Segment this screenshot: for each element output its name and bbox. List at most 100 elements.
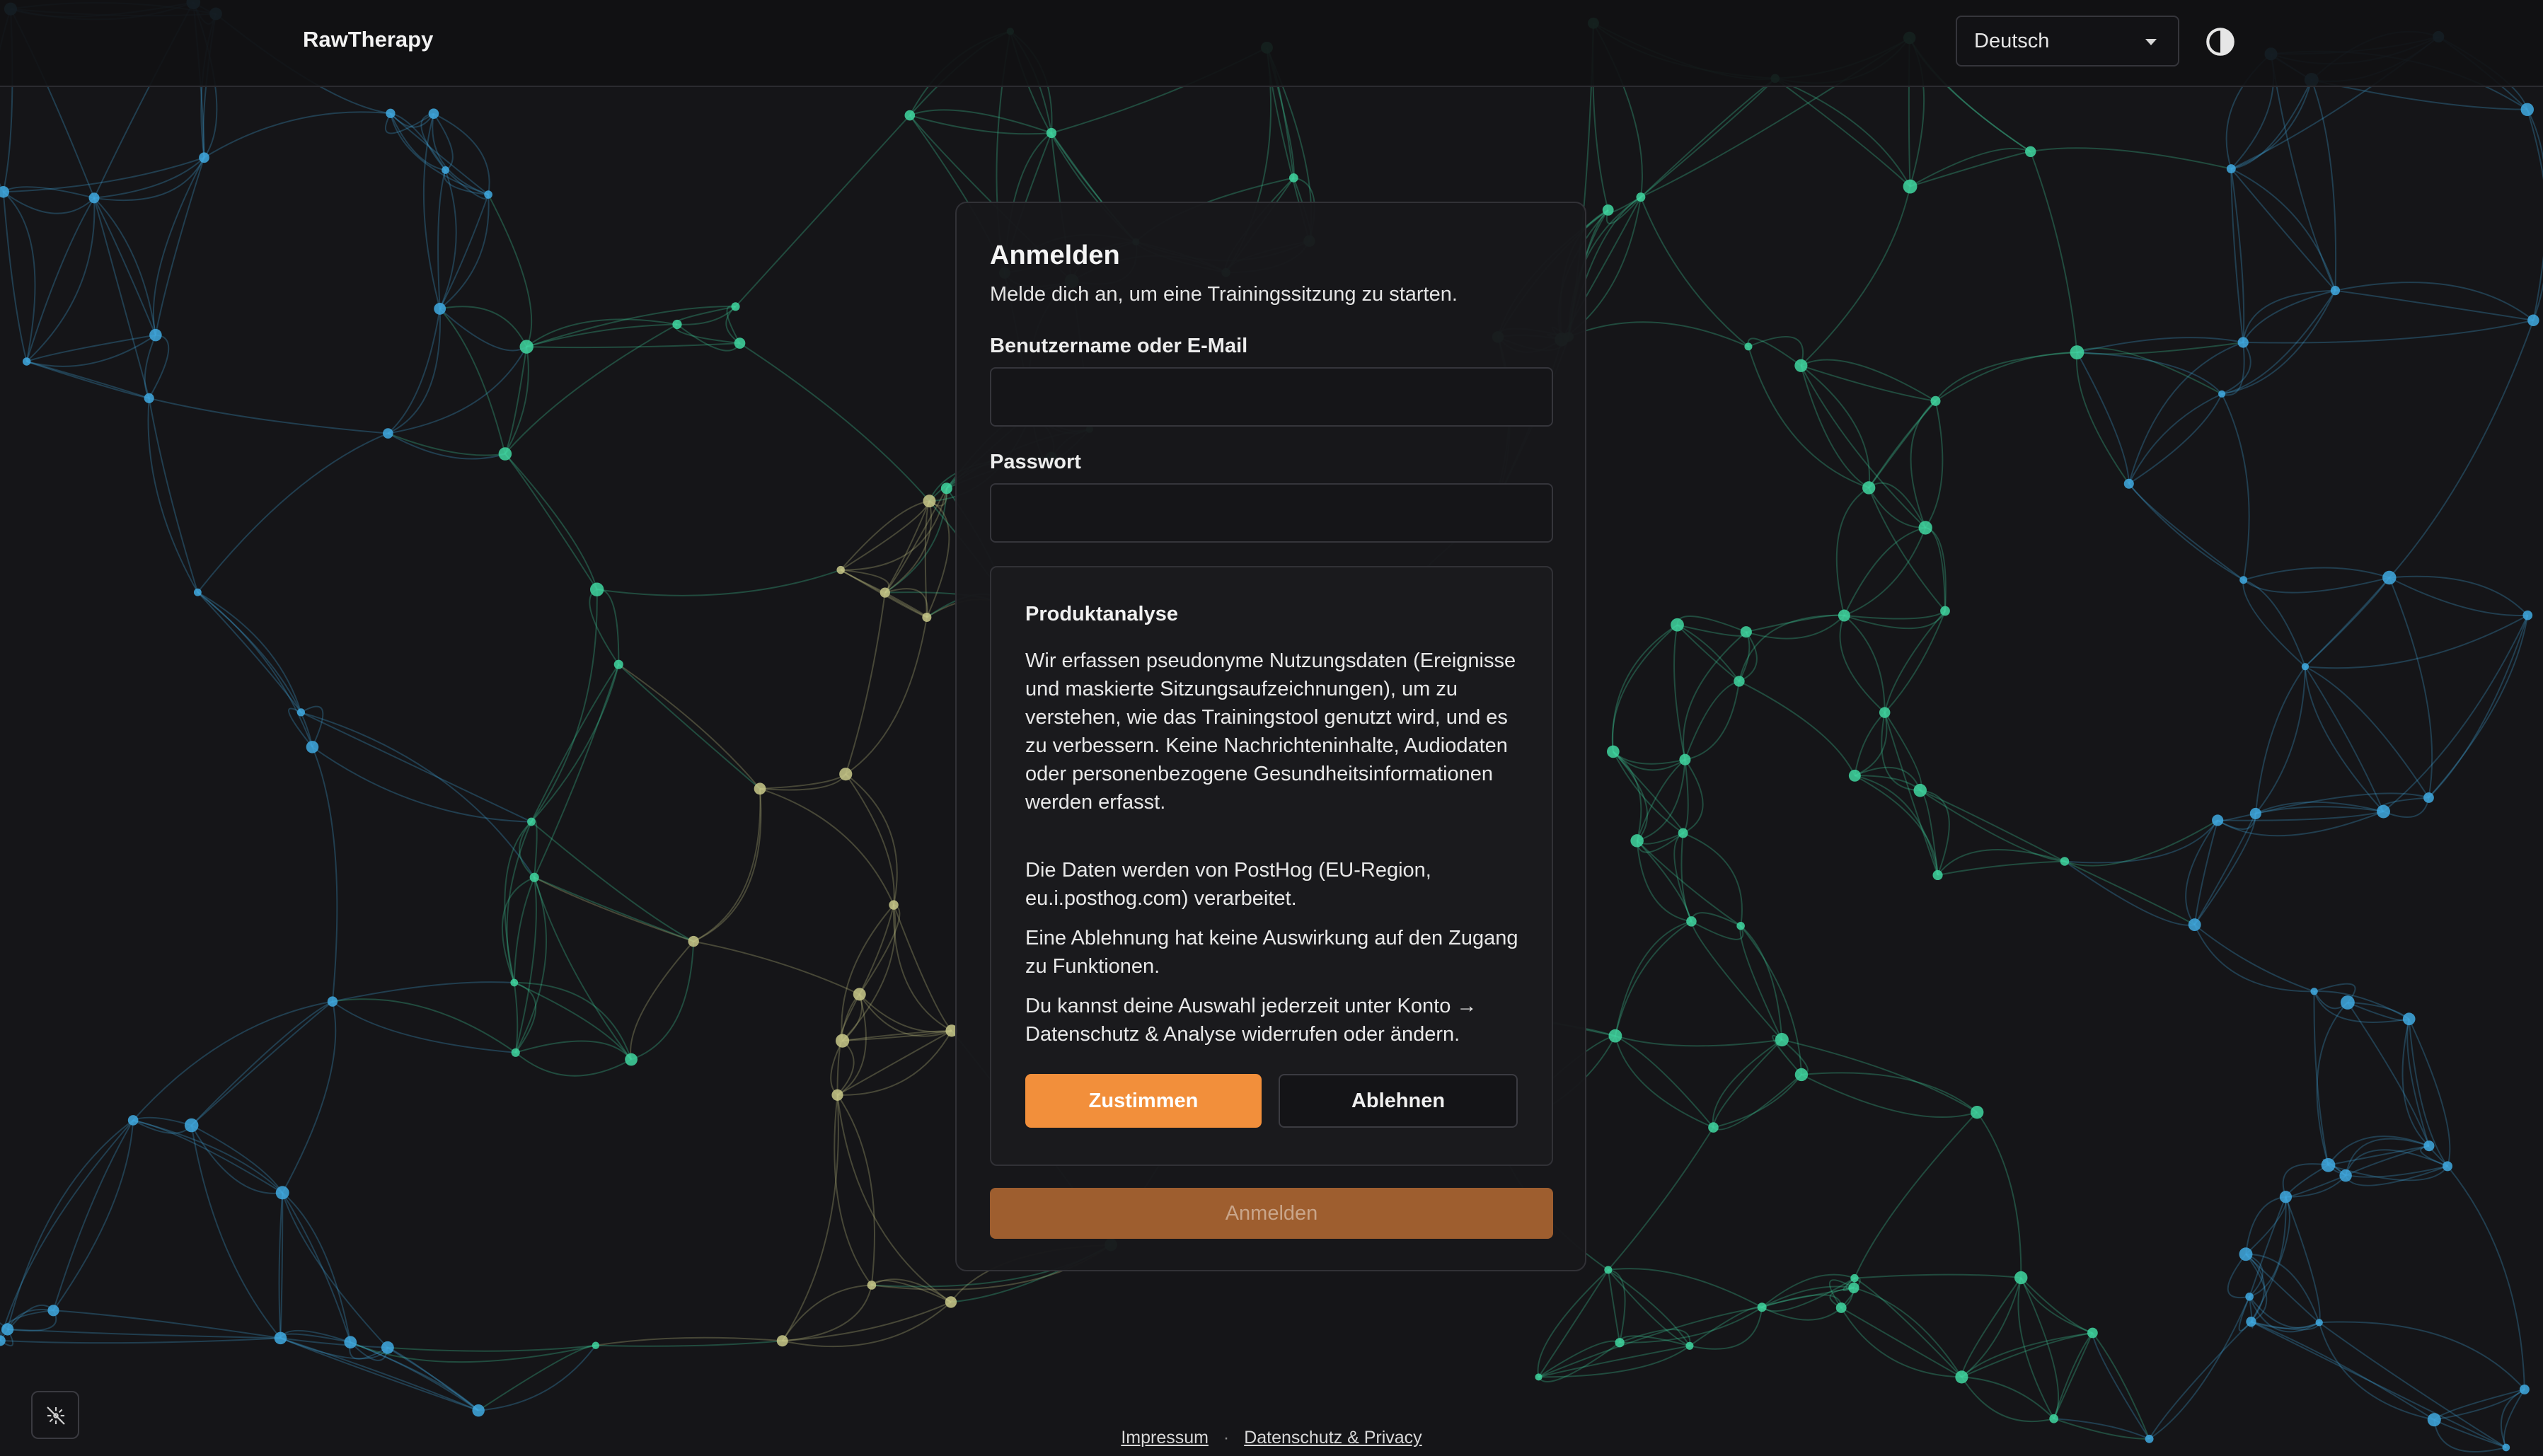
network-node bbox=[1685, 1341, 1694, 1350]
network-edge bbox=[781, 1094, 839, 1341]
network-node bbox=[2301, 663, 2310, 671]
network-edge bbox=[759, 773, 846, 790]
network-node bbox=[1686, 916, 1697, 927]
network-edge bbox=[1775, 78, 1911, 187]
imprint-link[interactable]: Impressum bbox=[1121, 1428, 1209, 1448]
network-edge bbox=[909, 115, 1052, 135]
network-node bbox=[327, 996, 338, 1007]
brand-logo-text[interactable]: RawTherapy bbox=[303, 27, 433, 52]
network-edge bbox=[1690, 912, 1741, 927]
network-edge bbox=[1568, 321, 1749, 347]
network-node bbox=[2060, 857, 2070, 866]
network-edge bbox=[1800, 359, 1937, 402]
network-node bbox=[754, 782, 766, 795]
network-edge bbox=[191, 1000, 333, 1126]
network-edge bbox=[2304, 666, 2385, 812]
network-edge bbox=[1746, 614, 1845, 633]
network-edge bbox=[1684, 680, 1740, 761]
password-input[interactable] bbox=[990, 483, 1553, 543]
network-edge bbox=[519, 821, 535, 878]
network-node bbox=[2423, 1140, 2435, 1152]
network-edge bbox=[1738, 681, 1856, 776]
network-edge bbox=[93, 197, 150, 399]
network-node bbox=[2377, 804, 2390, 819]
network-node bbox=[510, 978, 519, 987]
network-node bbox=[519, 340, 534, 354]
network-node bbox=[383, 428, 393, 439]
network-node bbox=[1671, 618, 1684, 632]
network-node bbox=[1608, 1029, 1622, 1043]
network-node bbox=[144, 393, 154, 403]
network-node bbox=[434, 302, 446, 315]
network-edge bbox=[1961, 1376, 2054, 1423]
network-edge bbox=[332, 998, 517, 1053]
network-edge bbox=[1925, 400, 1944, 528]
network-edge bbox=[387, 1344, 596, 1352]
network-edge bbox=[2316, 1002, 2348, 1166]
network-edge bbox=[515, 1052, 632, 1077]
network-node bbox=[1850, 1273, 1859, 1283]
network-edge bbox=[1800, 365, 1926, 528]
network-edge bbox=[0, 1119, 134, 1341]
network-edge bbox=[1683, 832, 1743, 926]
network-edge bbox=[1740, 925, 1783, 1040]
network-edge bbox=[871, 1278, 952, 1303]
network-edge bbox=[387, 432, 506, 456]
privacy-link[interactable]: Datenschutz & Privacy bbox=[1244, 1428, 1422, 1448]
network-edge bbox=[2245, 1253, 2266, 1322]
username-input[interactable] bbox=[990, 367, 1553, 427]
network-node bbox=[2226, 164, 2236, 174]
network-edge bbox=[2221, 393, 2250, 580]
network-node bbox=[2246, 1317, 2256, 1327]
network-edge bbox=[845, 617, 928, 775]
network-node bbox=[2188, 918, 2201, 932]
network-node bbox=[2519, 1384, 2530, 1394]
network-edge bbox=[26, 334, 156, 362]
network-node bbox=[2339, 1169, 2352, 1182]
network-edge bbox=[1620, 1306, 1763, 1344]
network-edge bbox=[782, 1285, 872, 1342]
network-edge bbox=[301, 711, 536, 878]
language-select[interactable]: Deutsch bbox=[1956, 16, 2179, 67]
network-node bbox=[1862, 481, 1876, 495]
network-node bbox=[199, 152, 209, 163]
network-edge bbox=[1934, 352, 2077, 402]
network-node bbox=[2427, 1413, 2441, 1427]
network-edge bbox=[2313, 991, 2329, 1165]
network-edge bbox=[1854, 1273, 2022, 1279]
network-node bbox=[527, 817, 536, 826]
network-edge bbox=[845, 773, 898, 906]
network-edge bbox=[197, 591, 302, 713]
network-node bbox=[1636, 192, 1646, 202]
contrast-icon bbox=[2206, 28, 2235, 56]
network-edge bbox=[2388, 577, 2433, 798]
network-edge bbox=[2193, 924, 2314, 993]
network-edge bbox=[676, 323, 741, 352]
network-node bbox=[1740, 626, 1752, 638]
network-edge bbox=[2447, 1165, 2525, 1389]
network-edge bbox=[1614, 920, 1692, 1036]
network-edge bbox=[2128, 393, 2222, 485]
accept-analytics-button[interactable]: Zustimmen bbox=[1025, 1074, 1262, 1128]
network-edge bbox=[630, 941, 695, 1061]
network-node bbox=[2443, 1161, 2453, 1172]
network-edge bbox=[1934, 352, 2077, 402]
decline-analytics-button[interactable]: Ablehnen bbox=[1279, 1074, 1518, 1128]
network-edge bbox=[2128, 483, 2244, 581]
network-node bbox=[184, 1118, 199, 1133]
network-edge bbox=[478, 1345, 596, 1411]
network-edge bbox=[1884, 610, 1946, 713]
network-edge bbox=[1976, 1111, 2022, 1278]
network-node bbox=[1736, 921, 1745, 930]
network-edge bbox=[1746, 615, 1845, 640]
network-node bbox=[2330, 286, 2341, 296]
network-edge bbox=[2128, 393, 2222, 485]
network-node bbox=[274, 1331, 287, 1345]
username-label: Benutzername oder E-Mail bbox=[990, 335, 1248, 357]
network-edge bbox=[515, 1040, 632, 1061]
network-edge bbox=[531, 821, 694, 942]
theme-toggle-button[interactable] bbox=[2203, 24, 2238, 59]
network-node bbox=[1879, 707, 1891, 718]
network-edge bbox=[332, 1000, 516, 1053]
login-submit-button[interactable]: Anmelden bbox=[990, 1188, 1553, 1239]
